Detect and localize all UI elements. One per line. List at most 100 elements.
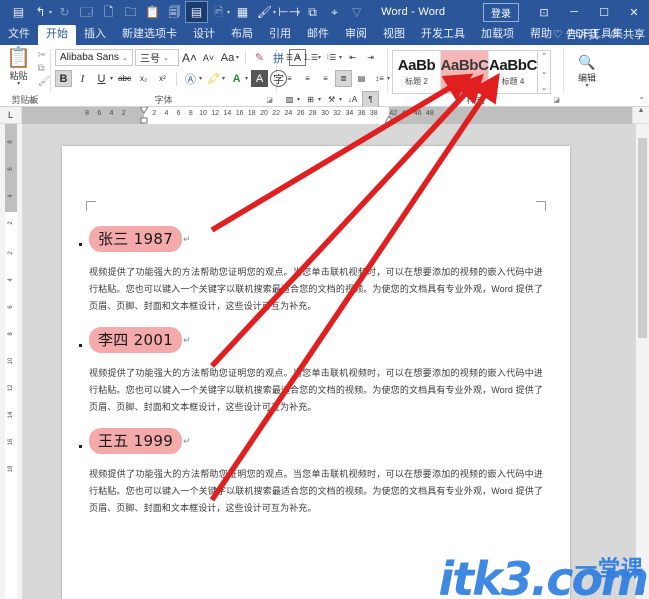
numbering-dropdown-icon[interactable]: ▾ — [318, 54, 321, 61]
body-paragraph-2[interactable]: 视频提供了功能强大的方法帮助您证明您的观点。当您单击联机视频时，可以在想要添加的… — [89, 365, 543, 416]
scroll-up-arrow-icon[interactable]: ▲ — [632, 107, 649, 123]
decrease-indent-icon[interactable]: ⇤ — [344, 49, 361, 66]
vertical-scrollbar[interactable]: ▼ — [635, 124, 649, 599]
justify-icon[interactable]: ≣ — [335, 70, 352, 87]
multilevel-dropdown-icon[interactable]: ▾ — [339, 54, 342, 61]
vertical-ruler[interactable]: 8 6 4 2 2 4 6 8 10 12 14 16 18 — [5, 124, 17, 599]
numbered-list-icon[interactable]: ⒈☰ — [302, 49, 319, 66]
tab-mailings[interactable]: 邮件 — [299, 25, 337, 45]
spacing-icon[interactable]: ⊢⊣ — [278, 2, 299, 22]
subscript-icon[interactable]: x₂ — [135, 70, 152, 87]
tab-references[interactable]: 引用 — [261, 25, 299, 45]
paste-dropdown-icon[interactable]: ▾ — [17, 81, 20, 87]
borders-icon[interactable]: ⊞ — [302, 91, 319, 108]
bold-icon[interactable]: B — [55, 70, 72, 87]
clear-formatting-icon[interactable]: ✎ — [251, 49, 268, 66]
heading-1-text[interactable]: 张三 1987 — [89, 226, 183, 252]
font-color-dropdown-icon[interactable]: ▾ — [245, 75, 248, 82]
shading-dropdown-icon[interactable]: ▾ — [297, 96, 300, 103]
shrink-font-icon[interactable]: A˅ — [200, 49, 217, 66]
tab-stop-selector[interactable]: L — [0, 107, 22, 123]
scroll-down-arrow-icon[interactable]: ▼ — [636, 586, 649, 599]
undo-icon[interactable]: ↰ — [30, 2, 51, 22]
style-heading-3[interactable]: AaBbC 标题 3 — [441, 51, 489, 93]
case-dropdown-icon[interactable]: ▾ — [236, 54, 239, 61]
editing-button[interactable]: 🔍 编辑 ▾ — [567, 48, 607, 89]
maximize-icon[interactable]: ☐ — [589, 0, 619, 24]
change-case-icon[interactable]: Aa — [219, 49, 236, 66]
bullet-list-icon[interactable]: ☰ — [281, 49, 298, 66]
tab-developer[interactable]: 开发工具 — [413, 25, 473, 45]
align-right-icon[interactable]: ≡ — [317, 70, 334, 87]
spacing-caret-icon[interactable]: ▾ — [297, 9, 300, 16]
grow-font-icon[interactable]: A˄ — [181, 49, 198, 66]
tell-me-button[interactable]: ♡ 告诉我 — [553, 26, 599, 42]
document-view-icon[interactable]: ▤ — [185, 1, 209, 23]
styles-more-icon[interactable]: ⌄ — [541, 84, 547, 92]
heading-2-text[interactable]: 李四 2001 — [89, 327, 183, 353]
effects-dropdown-icon[interactable]: ▾ — [199, 75, 202, 82]
picture-icon[interactable]: 🖻 — [208, 2, 229, 22]
redo-icon[interactable]: ↻ — [54, 2, 75, 22]
body-paragraph-1[interactable]: 视频提供了功能强大的方法帮助您证明您的观点。当您单击联机视频时，可以在想要添加的… — [89, 264, 543, 315]
superscript-icon[interactable]: x² — [154, 70, 171, 87]
increase-indent-icon[interactable]: ⇥ — [362, 49, 379, 66]
tab-layout[interactable]: 布局 — [223, 25, 261, 45]
highlight-color-icon[interactable]: 🖍 — [205, 70, 222, 87]
styles-gallery[interactable]: AaBb 标题 2 AaBbC 标题 3 AaBbC 标题 4 — [392, 50, 538, 94]
indent-marker[interactable] — [140, 117, 149, 124]
body-paragraph-3[interactable]: 视频提供了功能强大的方法帮助您证明您的观点。当您单击联机视频时，可以在想要添加的… — [89, 466, 543, 517]
indent-marker[interactable] — [140, 107, 149, 115]
bullets-dropdown-icon[interactable]: ▾ — [297, 54, 300, 61]
columns-icon[interactable]: ▦ — [232, 2, 253, 22]
customize-qat-icon[interactable]: ▽ — [346, 2, 367, 22]
quick-access-toolbar[interactable]: ▤ ↰ ▾ ↻ 🗔 🗋 🗀 📋 🗐 ▤ 🖻 ▾ ▦ 🖌 ▾ ⊢⊣ ▾ ⧉ ⌖ ▽ — [0, 1, 367, 23]
underline-dropdown-icon[interactable]: ▾ — [110, 75, 113, 82]
tab-file[interactable]: 文件 — [0, 25, 38, 45]
font-size-combo[interactable]: 三号 ⌄ — [135, 49, 179, 66]
tab-view[interactable]: 视图 — [375, 25, 413, 45]
underline-icon[interactable]: U — [93, 70, 110, 87]
close-icon[interactable]: ✕ — [619, 0, 649, 24]
chevron-down-icon[interactable]: ⌄ — [163, 54, 169, 62]
borders-dropdown-icon[interactable]: ▾ — [318, 96, 321, 103]
heading-3-text[interactable]: 王五 1999 — [89, 428, 183, 454]
document-canvas[interactable]: 张三 1987 ↵ 视频提供了功能强大的方法帮助您证明您的观点。当您单击联机视频时… — [22, 124, 635, 599]
tab-design[interactable]: 设计 — [185, 25, 223, 45]
multilevel-list-icon[interactable]: ⁝☰ — [323, 49, 340, 66]
tab-insert[interactable]: 插入 — [76, 25, 114, 45]
tab-review[interactable]: 审阅 — [337, 25, 375, 45]
asian-layout-dropdown-icon[interactable]: ▾ — [339, 96, 342, 103]
scroll-up-icon[interactable]: ⌃ — [541, 52, 547, 60]
share-button[interactable]: ☺ 共享 — [609, 26, 645, 42]
italic-icon[interactable]: I — [74, 70, 91, 87]
style-heading-2[interactable]: AaBb 标题 2 — [393, 51, 441, 93]
new-document-icon[interactable]: 🗋 — [98, 2, 119, 22]
font-name-combo[interactable]: Alibaba Sans ⌄ — [55, 49, 133, 66]
tab-addins[interactable]: 加载项 — [473, 25, 522, 45]
clipboard-dialog-launcher-icon[interactable]: ◪ — [29, 95, 36, 107]
highlight-dropdown-icon[interactable]: ▾ — [222, 75, 225, 82]
document-page[interactable]: 张三 1987 ↵ 视频提供了功能强大的方法帮助您证明您的观点。当您单击联机视频时… — [62, 146, 570, 599]
save-icon[interactable]: ▤ — [8, 2, 29, 22]
ribbon-display-options-icon[interactable]: ⊡ — [529, 0, 559, 24]
paste-button[interactable]: 📋 粘贴 ▾ — [0, 48, 38, 87]
cut-icon[interactable]: ✂ — [38, 50, 51, 61]
undo-caret-icon[interactable]: ▾ — [49, 9, 52, 16]
indent-marker[interactable] — [385, 115, 394, 123]
scroll-down-icon[interactable]: ⌄ — [541, 68, 547, 76]
tab-new[interactable]: 新建选项卡 — [114, 25, 185, 45]
ribbon-tab-strip[interactable]: 文件 开始 插入 新建选项卡 设计 布局 引用 邮件 审阅 视图 开发工具 加载… — [0, 24, 649, 45]
replace-icon[interactable]: ⧉ — [302, 2, 323, 22]
styles-scroll-buttons[interactable]: ⌃ ⌄ ⌄ — [538, 50, 551, 94]
align-center-icon[interactable]: ≡ — [299, 70, 316, 87]
styles-dialog-launcher-icon[interactable]: ◪ — [553, 95, 560, 107]
collapse-ribbon-icon[interactable]: ⌃ — [638, 96, 645, 105]
paste-icon[interactable]: 📋 — [142, 2, 163, 22]
distribute-icon[interactable]: ▤ — [353, 70, 370, 87]
char-shading-icon[interactable]: A — [251, 70, 269, 87]
format-painter-icon[interactable]: 🖌 — [38, 76, 51, 87]
picture-caret-icon[interactable]: ▾ — [227, 9, 230, 16]
strikethrough-icon[interactable]: abc — [116, 70, 133, 87]
font-color-icon[interactable]: A — [228, 70, 245, 87]
